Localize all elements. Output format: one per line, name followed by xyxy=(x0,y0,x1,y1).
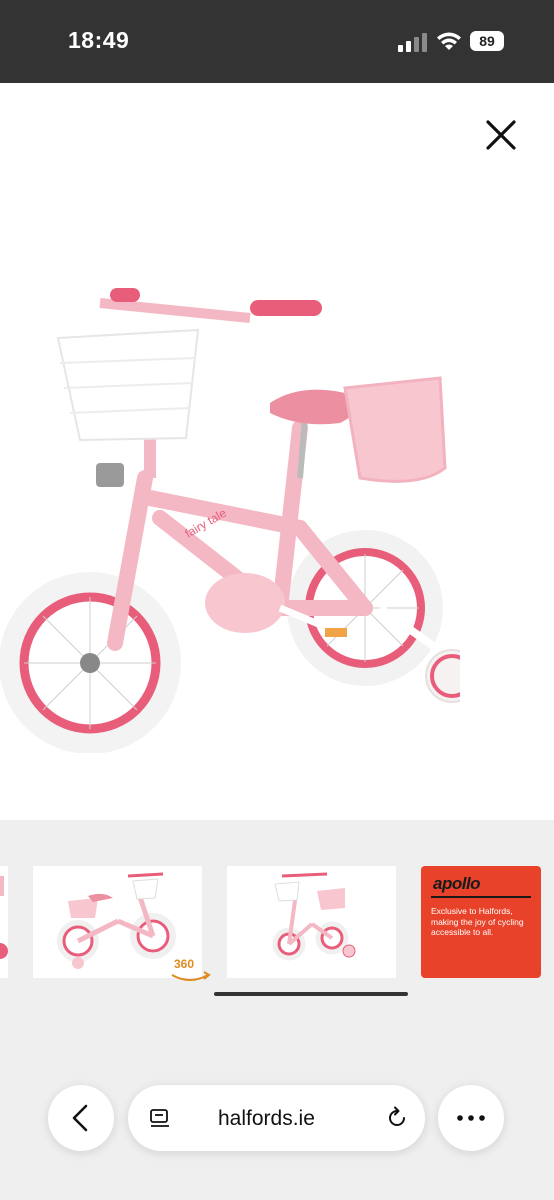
wifi-icon xyxy=(437,32,461,50)
thumbnail-apollo-promo[interactable]: apollo Exclusive to Halfords, making the… xyxy=(421,866,541,978)
logo-underline xyxy=(431,896,531,898)
status-time: 18:49 xyxy=(68,27,130,53)
signal-icon xyxy=(398,33,427,52)
address-bar[interactable]: halfords.ie xyxy=(128,1085,425,1151)
reload-icon[interactable] xyxy=(384,1105,410,1131)
battery-indicator: 89 xyxy=(470,31,504,51)
promo-tagline: Exclusive to Halfords, making the joy of… xyxy=(431,906,524,937)
more-button[interactable] xyxy=(438,1085,504,1151)
close-icon[interactable] xyxy=(480,114,522,156)
bike-image: fairy tale xyxy=(0,288,460,753)
thumbnail-partial[interactable] xyxy=(0,866,8,978)
thumbnail-front-view[interactable] xyxy=(227,866,396,978)
status-bar: 18:49 89 xyxy=(0,0,554,83)
url-text: halfords.ie xyxy=(218,1107,315,1130)
bike-thumbnail-image xyxy=(272,872,356,961)
ellipsis-icon xyxy=(457,1115,485,1121)
chevron-left-icon xyxy=(72,1104,88,1132)
badge-360-label: 360 xyxy=(174,957,195,971)
image-viewer: fairy tale xyxy=(0,83,554,820)
gallery-scroll-indicator xyxy=(214,992,408,996)
apollo-logo: apollo xyxy=(433,874,481,893)
back-button[interactable] xyxy=(48,1085,114,1151)
reader-mode-icon[interactable] xyxy=(148,1107,172,1131)
